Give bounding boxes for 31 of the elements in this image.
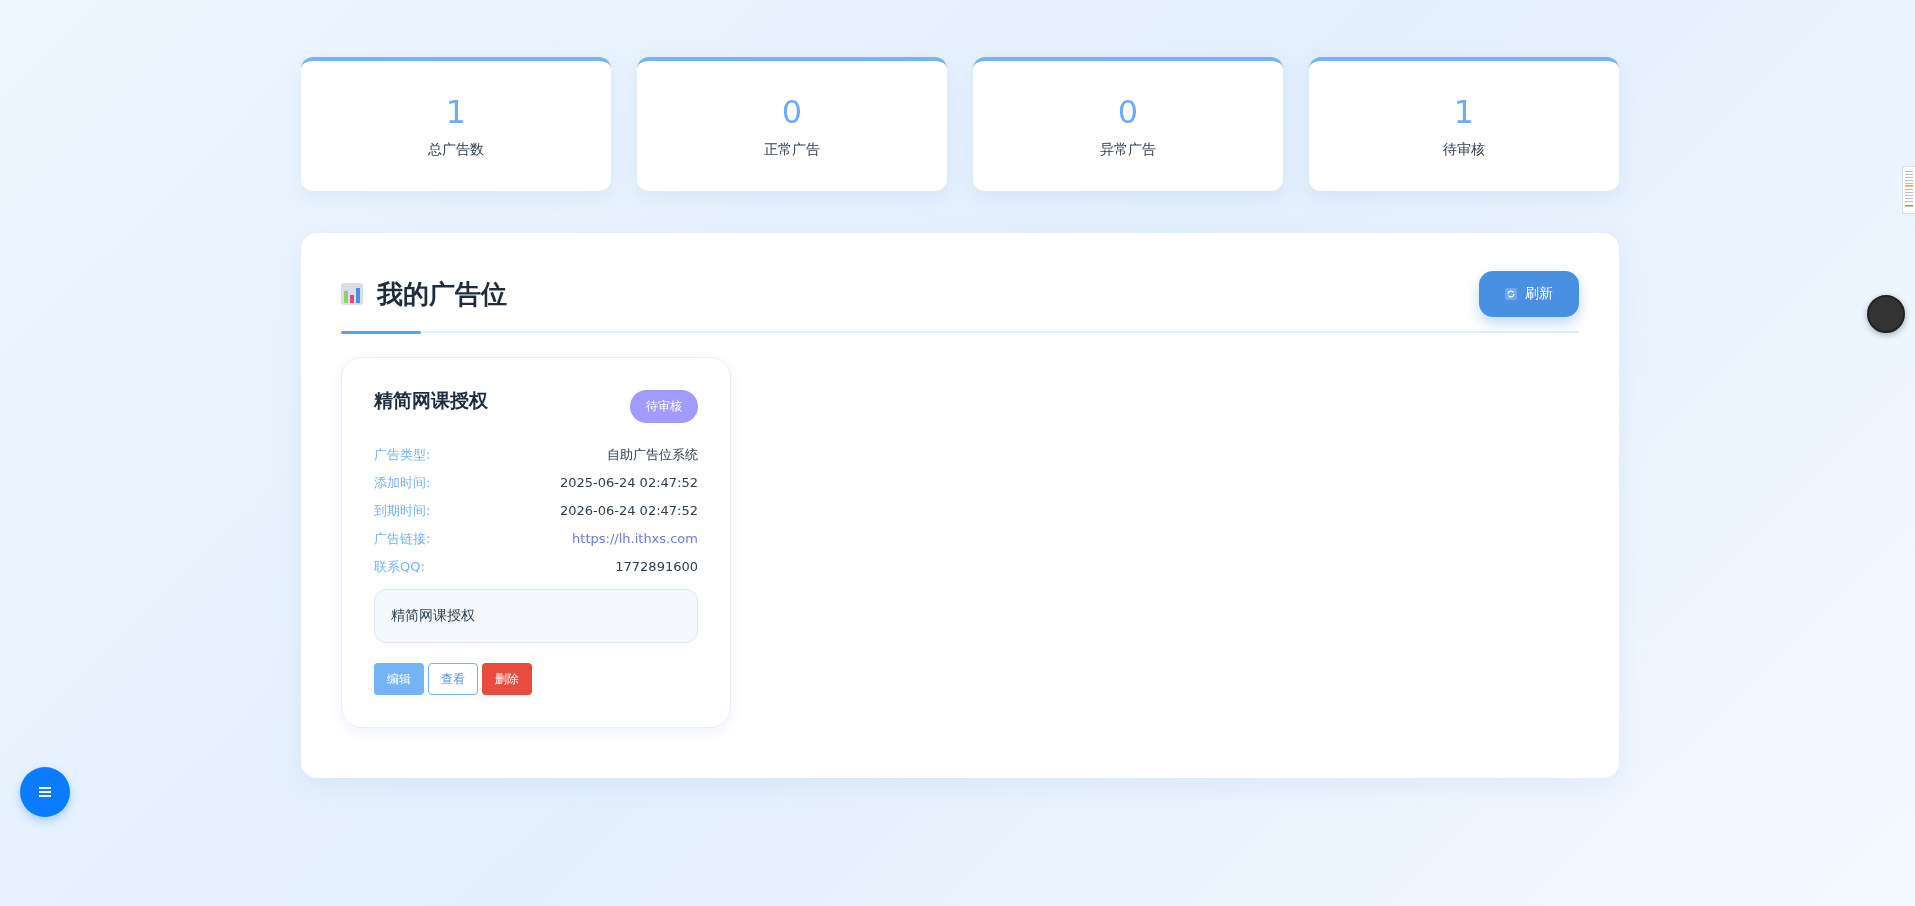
stat-label: 正常广告 <box>764 141 820 159</box>
stat-label: 待审核 <box>1443 141 1485 159</box>
stat-value: 1 <box>445 93 467 131</box>
field-label: 添加时间: <box>374 474 431 492</box>
stat-value: 0 <box>1117 93 1139 131</box>
side-widget[interactable] <box>1902 166 1915 214</box>
field-label: 到期时间: <box>374 502 431 520</box>
panel-title: 我的广告位 <box>377 277 507 311</box>
field-label: 广告类型: <box>374 446 431 464</box>
stat-label: 异常广告 <box>1100 141 1156 159</box>
field-value: 1772891600 <box>615 558 698 576</box>
field-label: 联系QQ: <box>374 558 425 576</box>
menu-button[interactable] <box>20 767 70 817</box>
bar-chart-icon <box>341 283 363 305</box>
ad-title: 精简网课授权 <box>374 388 488 413</box>
field-value: 2025-06-24 02:47:52 <box>559 474 698 492</box>
field-value: 自助广告位系统 <box>607 446 698 464</box>
ad-link[interactable]: https://lh.ithxs.com <box>572 525 698 553</box>
field-value: 2026-06-24 02:47:52 <box>559 502 698 520</box>
field-label: 广告链接: <box>374 530 431 548</box>
stat-value: 1 <box>1453 93 1475 131</box>
stat-label: 总广告数 <box>428 141 484 159</box>
stat-value: 0 <box>781 93 803 131</box>
status-badge: 待审核 <box>630 390 698 423</box>
menu-icon <box>39 787 51 797</box>
edit-button[interactable]: 编辑 <box>374 663 424 695</box>
refresh-button[interactable]: 刷新 <box>1479 271 1579 317</box>
refresh-icon <box>1505 288 1517 300</box>
view-button[interactable]: 查看 <box>428 663 478 695</box>
delete-button[interactable]: 删除 <box>482 663 532 695</box>
ad-description: 精简网课授权 <box>374 589 698 643</box>
